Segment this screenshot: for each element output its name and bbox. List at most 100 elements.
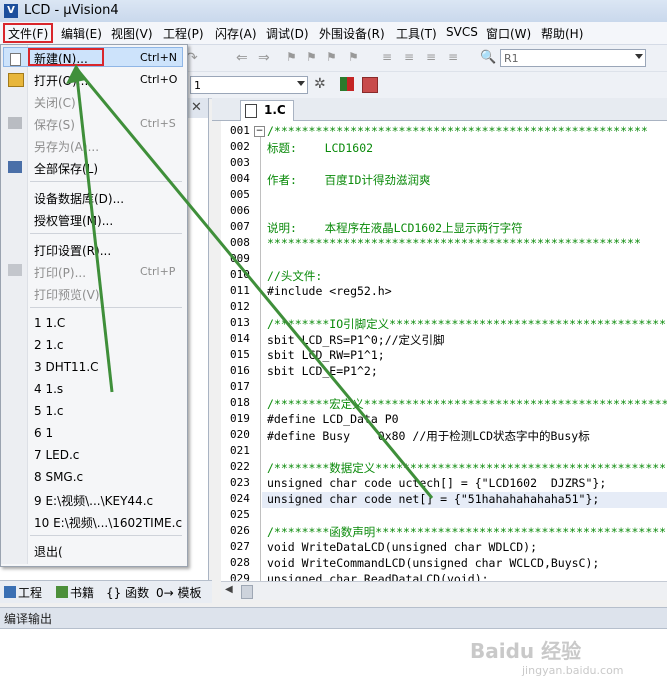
uncomment-icon[interactable]: ≡ (448, 50, 464, 66)
menu-item-recent-8[interactable]: 8 SMG.c (34, 470, 83, 484)
menu-item-recent-2[interactable]: 2 1.c (34, 338, 64, 352)
collapse-icon[interactable]: − (254, 126, 265, 137)
menu-flash[interactable]: 闪存(A) (215, 25, 257, 42)
code-line: sbit LCD_E=P1^2; (267, 364, 378, 378)
new-file-icon (10, 53, 21, 66)
clear-bookmarks-icon[interactable]: ⚑ (348, 50, 364, 66)
menu-tools[interactable]: 工具(T) (396, 25, 437, 42)
code-line: #define LCD_Data P0 (267, 412, 399, 426)
line-number: 008 (230, 236, 250, 249)
code-line: 说明: 本程序在液晶LCD1602上显示两行字符 (267, 221, 523, 235)
menu-item-exit[interactable]: 退出( (34, 543, 63, 560)
line-number: 022 (230, 460, 250, 473)
forward-icon[interactable]: ⇒ (258, 50, 274, 66)
menu-view[interactable]: 视图(V) (111, 25, 153, 42)
prev-bookmark-icon[interactable]: ⚑ (306, 50, 322, 66)
comment-icon[interactable]: ≡ (426, 50, 442, 66)
menu-window[interactable]: 窗口(W) (486, 25, 531, 42)
scroll-thumb[interactable] (241, 585, 253, 599)
fold-line (260, 128, 261, 581)
code-line: sbit LCD_RS=P1^0;//定义引脚 (267, 333, 445, 347)
menu-item-recent-1[interactable]: 1 1.C (34, 316, 65, 330)
line-number: 018 (230, 396, 250, 409)
file-icon (245, 104, 257, 118)
menu-item-save[interactable]: 保存(S) (34, 116, 75, 133)
next-bookmark-icon[interactable]: ⚑ (326, 50, 342, 66)
menu-item-open[interactable]: 打开(O)... (34, 72, 88, 89)
menu-item-recent-9[interactable]: 9 E:\视频\...\KEY44.c (34, 492, 153, 509)
magic-wand-icon[interactable]: ✲ (314, 76, 330, 92)
toolbar-main: ↷ ⇐ ⇒ ⚑ ⚑ ⚑ ⚑ ≡ ≡ ≡ ≡ 🔍 R1 (186, 45, 667, 72)
menu-item-recent-5[interactable]: 5 1.c (34, 404, 64, 418)
line-number: 021 (230, 444, 250, 457)
menu-peripherals[interactable]: 外围设备(R) (319, 25, 385, 42)
code-line: void WriteDataLCD(unsigned char WDLCD); (267, 540, 538, 554)
menu-item-print-preview[interactable]: 打印预览(V) (34, 286, 100, 303)
scroll-left-icon[interactable]: ◀ (225, 584, 233, 595)
line-number: 002 (230, 140, 250, 153)
indent-icon[interactable]: ≡ (382, 50, 398, 66)
open-folder-icon (8, 73, 24, 87)
line-number: 017 (230, 380, 250, 393)
menu-item-print-setup[interactable]: 打印设置(R)... (34, 242, 111, 259)
target-combo[interactable]: R1 (500, 49, 646, 67)
tab-functions[interactable]: {} 函数 (106, 584, 149, 601)
chevron-down-icon (297, 81, 305, 86)
code-line: ****************************************… (267, 236, 641, 250)
tab-templates[interactable]: 0→ 模板 (156, 584, 202, 601)
unindent-icon[interactable]: ≡ (404, 50, 420, 66)
tab-project[interactable]: 工程 (4, 584, 42, 601)
select-packs-icon[interactable] (362, 77, 378, 93)
code-line: unsigned char code net[] = {"51hahahahah… (267, 492, 600, 506)
code-line: void WriteCommandLCD(unsigned char WCLCD… (267, 556, 600, 570)
menu-separator (30, 181, 182, 182)
watermark-logo: Baidu 经验 (470, 639, 582, 663)
tab-books[interactable]: 书籍 (56, 584, 94, 601)
line-number: 006 (230, 204, 250, 217)
menu-item-recent-7[interactable]: 7 LED.c (34, 448, 79, 462)
redo-icon[interactable]: ↷ (186, 50, 202, 66)
menu-item-device-database[interactable]: 设备数据库(D)... (34, 190, 124, 207)
menu-item-license-management[interactable]: 授权管理(M)... (34, 212, 113, 229)
tab-file-label: 1.C (264, 103, 286, 117)
save-all-icon (8, 161, 22, 173)
line-number: 025 (230, 508, 250, 521)
manage-components-icon[interactable] (340, 77, 354, 91)
menu-item-recent-4[interactable]: 4 1.s (34, 382, 63, 396)
horizontal-scrollbar[interactable]: ◀ (221, 581, 667, 600)
line-number: 011 (230, 284, 250, 297)
target-combo-value: R1 (504, 52, 519, 65)
menu-project[interactable]: 工程(P) (163, 25, 204, 42)
line-number: 007 (230, 220, 250, 233)
menu-item-save-all[interactable]: 全部保存(L) (34, 160, 98, 177)
menu-item-recent-3[interactable]: 3 DHT11.C (34, 360, 99, 374)
output-header (0, 607, 667, 628)
menu-help[interactable]: 帮助(H) (541, 25, 583, 42)
menu-debug[interactable]: 调试(D) (266, 25, 309, 42)
line-number: 012 (230, 300, 250, 313)
close-icon[interactable]: ✕ (191, 100, 202, 115)
menu-separator (30, 307, 182, 308)
menu-item-recent-10[interactable]: 10 E:\视频\...\1602TIME.c (34, 514, 182, 531)
code-line: #define Busy 0x80 //用于检测LCD状态字中的Busy标 (267, 429, 590, 443)
menu-item-new-shortcut: Ctrl+N (140, 51, 178, 64)
window-title: LCD - μVision4 (24, 3, 119, 18)
line-number: 019 (230, 412, 250, 425)
menu-edit[interactable]: 编辑(E) (61, 25, 102, 42)
menu-item-close[interactable]: 关闭(C) (34, 94, 76, 111)
toolbar-build: 1 ✲ (186, 72, 667, 99)
menu-item-print-shortcut: Ctrl+P (140, 265, 176, 278)
menu-item-open-shortcut: Ctrl+O (140, 73, 178, 86)
build-target-combo[interactable]: 1 (190, 76, 308, 94)
menu-item-save-as[interactable]: 另存为(A)... (34, 138, 99, 155)
menu-svcs[interactable]: SVCS (446, 25, 478, 39)
code-line: /********IO引脚定义*************************… (267, 317, 667, 331)
chevron-down-icon (635, 54, 643, 59)
find-in-files-icon[interactable]: 🔍 (480, 50, 496, 66)
uv-app-icon: V (4, 4, 18, 18)
back-icon[interactable]: ⇐ (236, 50, 252, 66)
line-number: 014 (230, 332, 250, 345)
menu-item-print[interactable]: 打印(P)... (34, 264, 86, 281)
bookmark-icon[interactable]: ⚑ (286, 50, 302, 66)
menu-item-recent-6[interactable]: 6 1 (34, 426, 53, 440)
